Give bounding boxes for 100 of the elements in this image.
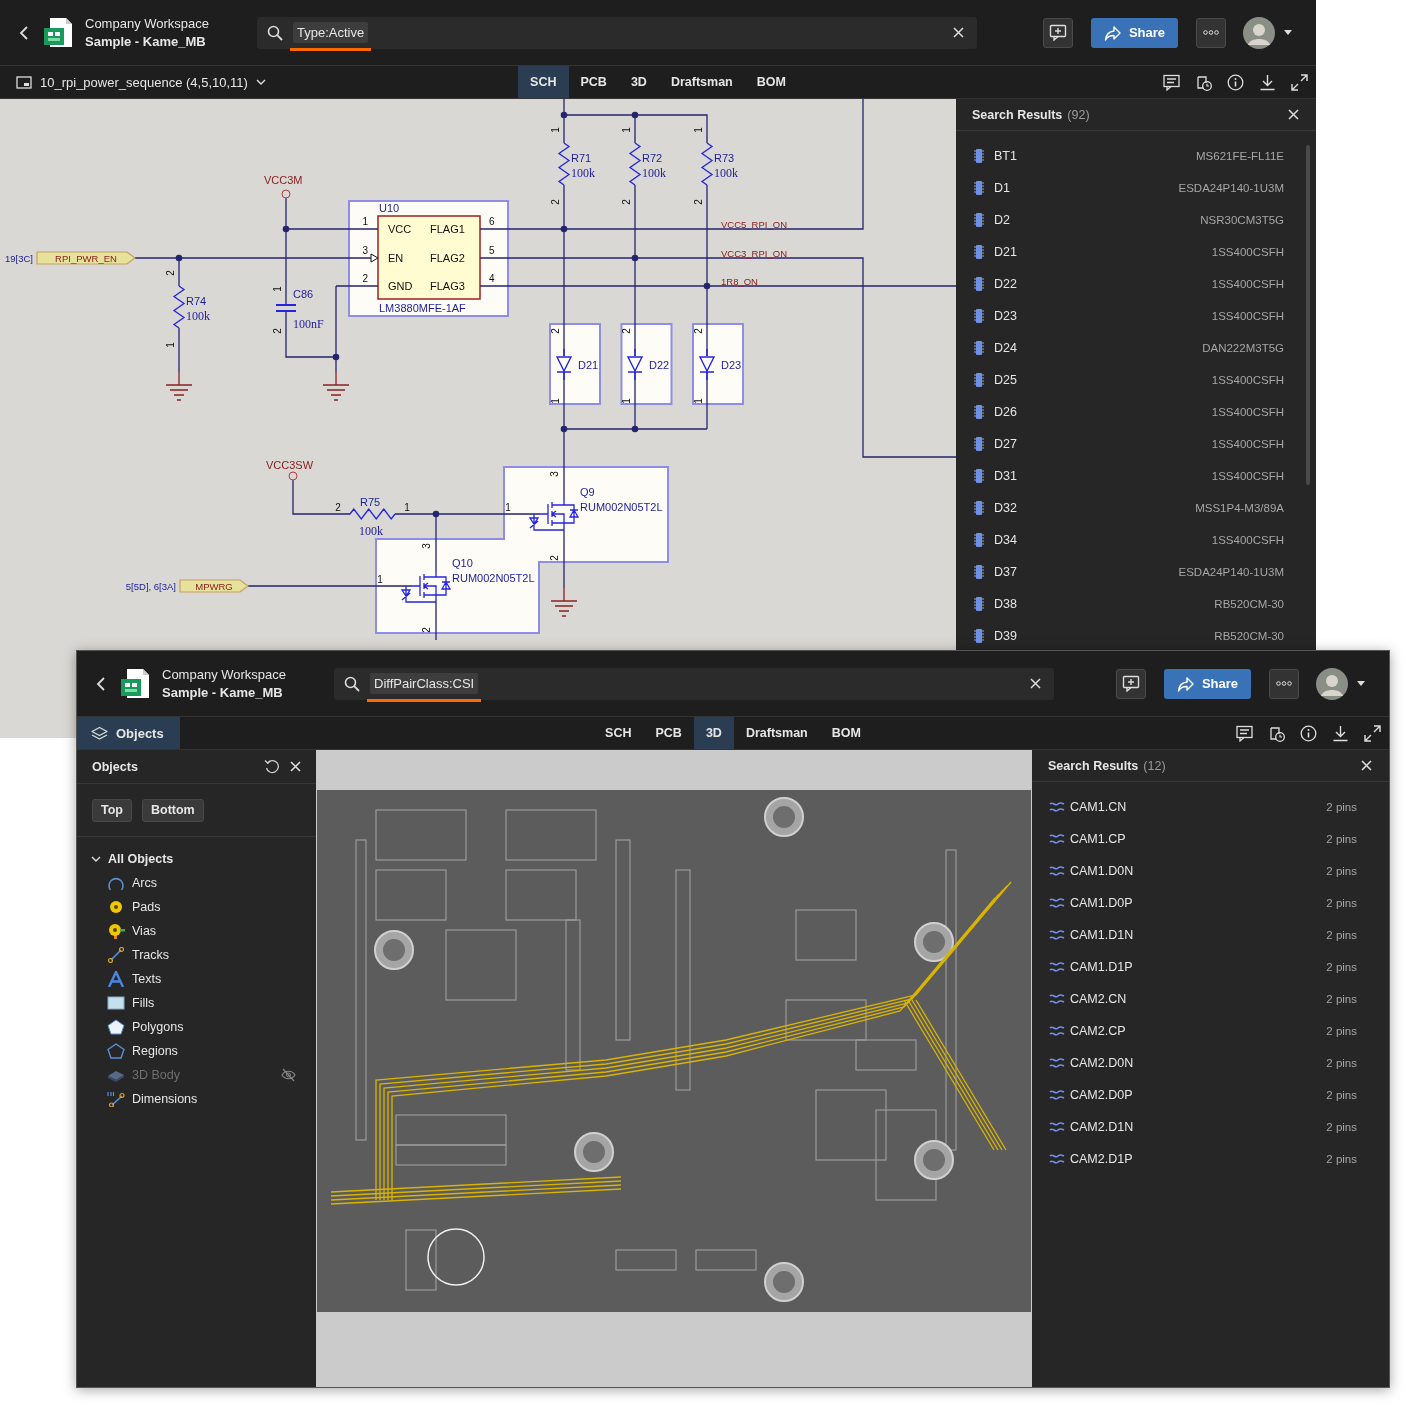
- close-icon: [289, 760, 302, 773]
- search-field[interactable]: DiffPairClass:CSI: [334, 667, 1054, 700]
- pin-number: 6: [489, 216, 495, 227]
- result-item[interactable]: D32 MSS1P4-M3/89A: [956, 492, 1316, 524]
- view-tab[interactable]: Draftsman: [658, 66, 745, 98]
- view-tab[interactable]: 3D: [693, 717, 734, 749]
- result-item[interactable]: D22 1SS400CSFH: [956, 268, 1316, 300]
- expand-icon: [1291, 73, 1308, 91]
- search-field[interactable]: Type:Active: [257, 16, 977, 49]
- result-item[interactable]: D24 DAN222M3T5G: [956, 332, 1316, 364]
- view-tab[interactable]: PCB: [568, 66, 619, 98]
- search-icon: [344, 675, 360, 692]
- result-item[interactable]: CAM2.D1N 2 pins: [1032, 1111, 1389, 1143]
- more-button[interactable]: [1269, 668, 1299, 699]
- tree-item[interactable]: Regions: [77, 1039, 316, 1063]
- result-item[interactable]: BT1 MS621FE-FL11E: [956, 140, 1316, 172]
- share-button[interactable]: Share: [1164, 668, 1251, 699]
- fullscreen-button[interactable]: [1364, 724, 1381, 742]
- download-button[interactable]: [1259, 73, 1276, 91]
- tree-item[interactable]: Arcs: [77, 871, 316, 895]
- component-icon: [973, 468, 985, 484]
- result-item[interactable]: D25 1SS400CSFH: [956, 364, 1316, 396]
- view-tab[interactable]: SCH: [593, 717, 644, 749]
- result-item[interactable]: CAM1.D0N 2 pins: [1032, 855, 1389, 887]
- account-menu-button[interactable]: [1357, 681, 1365, 686]
- result-item[interactable]: D34 1SS400CSFH: [956, 524, 1316, 556]
- result-item[interactable]: CAM2.D0P 2 pins: [1032, 1079, 1389, 1111]
- tree-item[interactable]: Fills: [77, 991, 316, 1015]
- account-menu-button[interactable]: [1284, 30, 1292, 35]
- pin-number: 1: [404, 502, 410, 513]
- resistor-symbol: [628, 142, 642, 186]
- net-label: 1R8_ON: [721, 276, 758, 287]
- history-button[interactable]: [1268, 724, 1285, 742]
- result-item[interactable]: D21 1SS400CSFH: [956, 236, 1316, 268]
- result-item[interactable]: CAM2.D0N 2 pins: [1032, 1047, 1389, 1079]
- result-item[interactable]: CAM1.CP 2 pins: [1032, 823, 1389, 855]
- add-comment-button[interactable]: [1116, 668, 1146, 699]
- history-button[interactable]: [1195, 73, 1212, 91]
- comments-button[interactable]: [1163, 73, 1180, 91]
- result-item[interactable]: CAM2.CN 2 pins: [1032, 983, 1389, 1015]
- layer-button[interactable]: Top: [92, 798, 132, 822]
- view-tab[interactable]: BOM: [819, 717, 873, 749]
- view-tab[interactable]: 3D: [618, 66, 659, 98]
- tree-item[interactable]: Dimensions: [77, 1087, 316, 1111]
- tree-group-label[interactable]: All Objects: [108, 852, 174, 866]
- tree-item[interactable]: Tracks: [77, 943, 316, 967]
- reset-button[interactable]: [264, 759, 279, 774]
- result-item[interactable]: CAM1.D1P 2 pins: [1032, 951, 1389, 983]
- result-item[interactable]: CAM2.D1P 2 pins: [1032, 1143, 1389, 1175]
- info-button[interactable]: [1227, 73, 1244, 91]
- close-button[interactable]: [1360, 759, 1373, 772]
- result-item[interactable]: D26 1SS400CSFH: [956, 396, 1316, 428]
- workspace-name: Company Workspace: [162, 667, 287, 682]
- power-port-symbol: [281, 189, 291, 199]
- resistor-symbol: [700, 142, 714, 186]
- designator-label: Q9: [580, 486, 595, 498]
- result-item[interactable]: D38 RB520CM-30: [956, 588, 1316, 620]
- workspace-name: Company Workspace: [85, 16, 210, 31]
- port-symbol: [179, 579, 249, 593]
- add-comment-button[interactable]: [1043, 17, 1073, 48]
- diff-pair-icon: [1049, 992, 1065, 1006]
- designator-label: D21: [578, 359, 599, 371]
- tree-item[interactable]: Pads: [77, 895, 316, 919]
- result-item[interactable]: CAM1.D1N 2 pins: [1032, 919, 1389, 951]
- tree-item[interactable]: Polygons: [77, 1015, 316, 1039]
- comments-button[interactable]: [1236, 724, 1253, 742]
- result-item[interactable]: CAM1.CN 2 pins: [1032, 791, 1389, 823]
- resistor-symbol: [349, 507, 396, 521]
- result-item[interactable]: D37 ESDA24P140-1U3M: [956, 556, 1316, 588]
- document-selector[interactable]: 10_rpi_power_sequence (4,5,10,11): [0, 66, 266, 98]
- component-icon: [973, 564, 985, 580]
- info-button[interactable]: [1300, 724, 1317, 742]
- download-button[interactable]: [1332, 724, 1349, 742]
- tree-item[interactable]: Vias: [77, 919, 316, 943]
- result-item[interactable]: CAM2.CP 2 pins: [1032, 1015, 1389, 1047]
- layer-button[interactable]: Bottom: [142, 798, 204, 822]
- net-label: VCC3_RPI_ON: [721, 248, 787, 259]
- result-item[interactable]: D1 ESDA24P140-1U3M: [956, 172, 1316, 204]
- objects-button[interactable]: Objects: [77, 717, 180, 749]
- result-item[interactable]: D2 NSR30CM3T5G: [956, 204, 1316, 236]
- close-button[interactable]: [289, 760, 302, 773]
- 3d-viewport[interactable]: [316, 750, 1032, 1387]
- tree-item[interactable]: Texts: [77, 967, 316, 991]
- result-item[interactable]: D23 1SS400CSFH: [956, 300, 1316, 332]
- view-tab[interactable]: SCH: [518, 66, 569, 98]
- share-button[interactable]: Share: [1091, 17, 1178, 48]
- more-button[interactable]: [1196, 17, 1226, 48]
- view-tab[interactable]: BOM: [744, 66, 798, 98]
- fullscreen-button[interactable]: [1291, 73, 1308, 91]
- result-item[interactable]: D27 1SS400CSFH: [956, 428, 1316, 460]
- result-item[interactable]: CAM1.D0P 2 pins: [1032, 887, 1389, 919]
- view-tab[interactable]: PCB: [643, 717, 694, 749]
- result-item[interactable]: D31 1SS400CSFH: [956, 460, 1316, 492]
- view-tab[interactable]: Draftsman: [733, 717, 820, 749]
- close-button[interactable]: [1287, 108, 1300, 121]
- scrollbar[interactable]: [1306, 145, 1310, 485]
- power-port-symbol: [288, 471, 298, 481]
- pin-number: 1: [272, 286, 283, 292]
- expand-toggle[interactable]: [91, 856, 101, 862]
- result-item[interactable]: D39 RB520CM-30: [956, 620, 1316, 652]
